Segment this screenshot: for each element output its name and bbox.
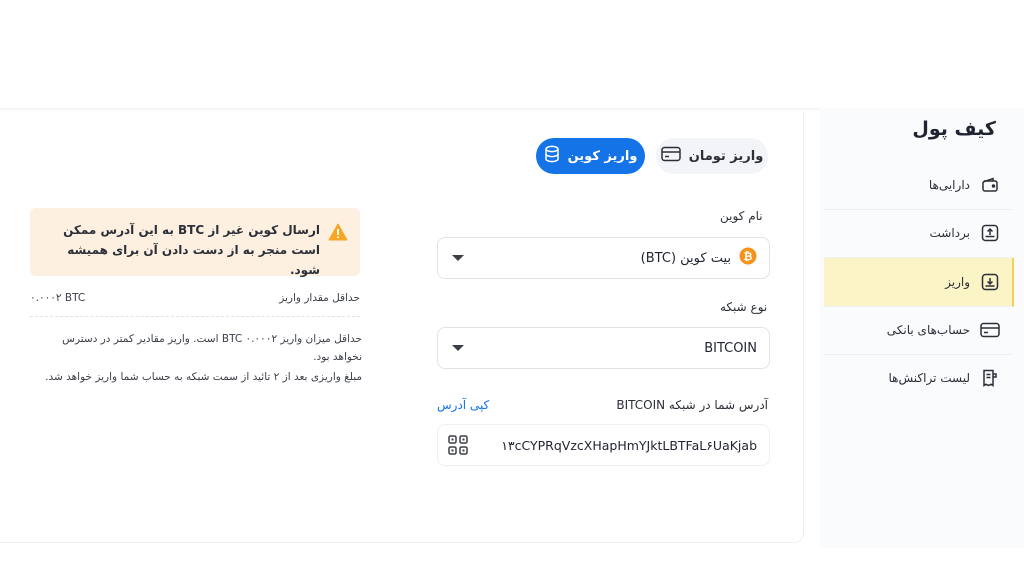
sidebar-item-label: واریز: [945, 275, 970, 289]
warning-icon: [328, 222, 348, 242]
tab-toman-deposit[interactable]: واریز تومان: [656, 138, 768, 174]
sidebar-item-withdraw[interactable]: برداشت: [824, 209, 1012, 258]
download-tray-icon: [980, 272, 1000, 292]
sidebar: کیف پول دارایی‌ها برداشت واریز حساب‌های …: [820, 108, 1024, 548]
min-deposit-row: حداقل مقدار واریز ۰.۰۰۰۲ BTC: [30, 290, 360, 310]
wallet-icon: [980, 175, 1000, 195]
sidebar-item-label: حساب‌های بانکی: [886, 323, 970, 337]
bitcoin-icon: ₿: [739, 247, 757, 269]
coins-icon: [544, 145, 560, 167]
wallet-address: ۱۳cCYPRqVzcXHapHmYJktLBTFaL۶UaKjab: [501, 437, 757, 453]
sidebar-title: کیف پول: [912, 118, 996, 140]
warning-text: ارسال کوین غیر از BTC به این آدرس ممکن ا…: [63, 223, 320, 277]
address-display: ۱۳cCYPRqVzcXHapHmYJktLBTFaL۶UaKjab: [437, 424, 770, 466]
coin-field-label: نام کوین: [720, 209, 763, 223]
address-field-label: آدرس شما در شبکه BITCOIN: [616, 398, 768, 412]
receipt-icon: [980, 368, 1000, 388]
sidebar-item-transactions[interactable]: لیست تراکنش‌ها: [824, 354, 1012, 402]
tab-coin-deposit[interactable]: واریز کوین: [536, 138, 645, 174]
copy-address-link[interactable]: کپی آدرس: [437, 398, 489, 412]
warning-box: ارسال کوین غیر از BTC به این آدرس ممکن ا…: [30, 208, 360, 277]
coin-select-value: بیت کوین (BTC): [640, 250, 731, 266]
chevron-down-icon: [452, 255, 464, 261]
divider: [30, 316, 360, 317]
note-min-deposit: حداقل میزان واریز BTC ۰.۰۰۰۲ است. واریز …: [62, 333, 362, 363]
network-select[interactable]: BITCOIN: [437, 327, 770, 369]
min-deposit-label: حداقل مقدار واریز: [279, 292, 360, 304]
svg-text:₿: ₿: [744, 250, 753, 263]
qr-code-icon[interactable]: [446, 433, 470, 457]
min-deposit-value: ۰.۰۰۰۲ BTC: [30, 292, 86, 304]
chevron-down-icon: [452, 345, 464, 351]
card-icon: [980, 320, 1000, 340]
sidebar-item-deposit[interactable]: واریز: [824, 258, 1014, 307]
network-field-label: نوع شبکه: [720, 300, 768, 314]
sidebar-item-label: لیست تراکنش‌ها: [888, 371, 971, 385]
sidebar-item-assets[interactable]: دارایی‌ها: [824, 161, 1012, 210]
note-confirmations: مبلغ واریزی بعد از ۲ تائید از سمت شبکه ب…: [45, 371, 362, 383]
sidebar-item-label: دارایی‌ها: [928, 178, 970, 192]
coin-select[interactable]: ₿ بیت کوین (BTC): [437, 237, 770, 279]
card-icon: [660, 146, 681, 166]
sidebar-item-label: برداشت: [929, 226, 970, 240]
tab-coin-label: واریز کوین: [567, 148, 638, 164]
sidebar-item-bank-accounts[interactable]: حساب‌های بانکی: [824, 306, 1012, 355]
network-select-value: BITCOIN: [704, 340, 757, 356]
tab-toman-label: واریز تومان: [688, 148, 764, 164]
upload-tray-icon: [980, 223, 1000, 243]
